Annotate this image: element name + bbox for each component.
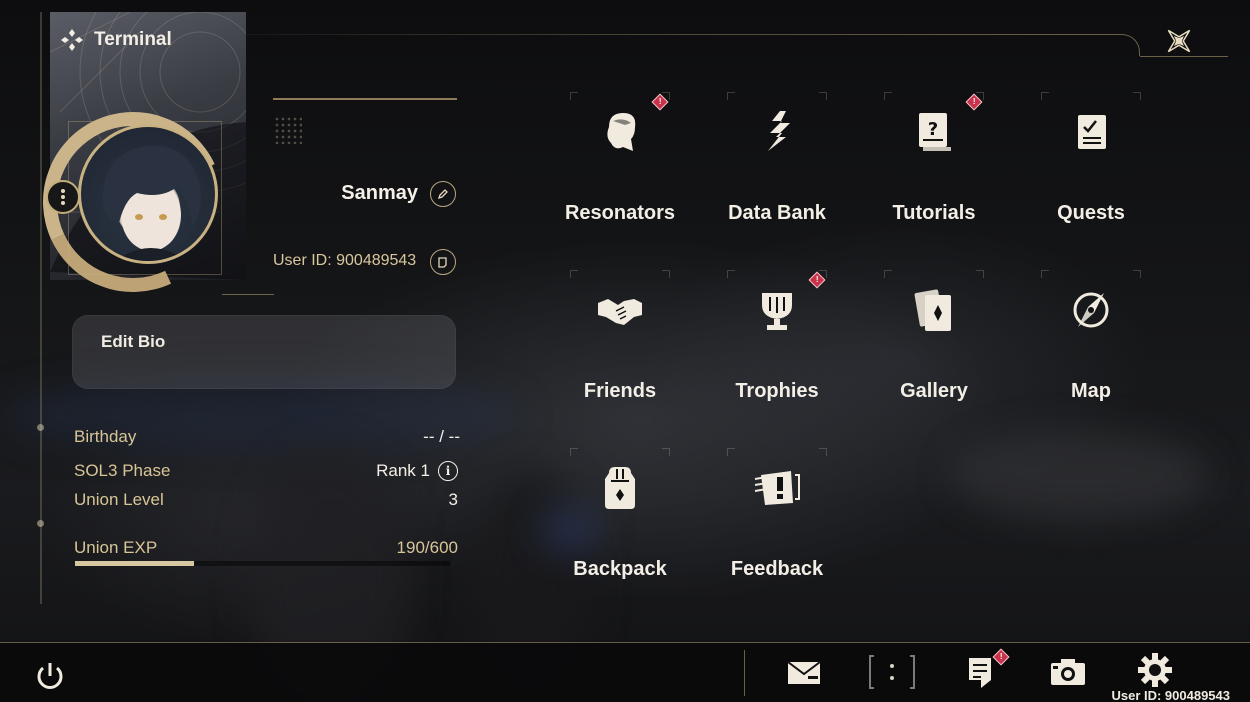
- menu-item-backpack[interactable]: Backpack: [542, 448, 698, 588]
- menu-item-data-bank[interactable]: Data Bank: [699, 92, 855, 232]
- mail-button[interactable]: [784, 652, 824, 692]
- union-level-value: 3: [448, 490, 458, 509]
- feedback-icon: [749, 460, 805, 516]
- menu-label: Backpack: [573, 558, 667, 580]
- terminal-diamond-icon: [61, 29, 83, 51]
- bio-label: Edit Bio: [101, 332, 166, 351]
- rail-dot: [37, 424, 44, 431]
- portrait-divider: [222, 294, 274, 295]
- menu-item-friends[interactable]: Friends: [542, 270, 698, 410]
- close-button[interactable]: [1160, 22, 1198, 60]
- user-id-text: User ID: 900489543: [273, 252, 417, 269]
- menu-label: Quests: [1057, 202, 1125, 224]
- menu-label: Feedback: [730, 558, 824, 580]
- sol3-phase-value: Rank 1: [376, 461, 430, 480]
- sol3-phase-value-group: Rank 1 i: [376, 461, 458, 481]
- menu-item-tutorials[interactable]: ? ! Tutorials: [856, 92, 1012, 232]
- notice-icon: [969, 658, 991, 688]
- edit-name-button[interactable]: [430, 181, 456, 207]
- top-divider: [240, 34, 1110, 35]
- left-rail: [40, 12, 42, 604]
- union-exp-bar: [75, 561, 450, 566]
- trophies-icon: [749, 282, 805, 338]
- mail-icon: [787, 661, 821, 684]
- info-icon[interactable]: i: [438, 461, 458, 481]
- menu-item-resonators[interactable]: ! Resonators: [542, 92, 698, 232]
- map-icon: [1063, 282, 1119, 338]
- page-title: Terminal: [60, 28, 172, 52]
- union-exp-value: 190/600: [396, 538, 458, 557]
- name-divider: [273, 98, 457, 100]
- settings-button[interactable]: [1135, 650, 1175, 690]
- scan-button[interactable]: [868, 652, 916, 692]
- birthday-row: Birthday -- / --: [74, 427, 460, 447]
- rail-dot: [37, 520, 44, 527]
- svg-text:?: ?: [928, 119, 938, 140]
- quests-icon: [1063, 104, 1119, 160]
- settings-icon: [1138, 653, 1172, 687]
- camera-icon: [1051, 659, 1085, 685]
- union-level-label: Union Level: [74, 490, 164, 509]
- friends-icon: [592, 282, 648, 338]
- union-exp-fill: [75, 561, 194, 566]
- menu-item-map[interactable]: Map: [1013, 270, 1169, 410]
- birthday-label: Birthday: [74, 427, 137, 446]
- menu-label: Trophies: [735, 380, 819, 402]
- sol3-phase-label: SOL3 Phase: [74, 461, 171, 480]
- gallery-icon: [906, 282, 962, 338]
- dot-grid-decoration: [274, 116, 302, 144]
- menu-item-feedback[interactable]: Feedback: [699, 448, 855, 588]
- player-name: Sanmay: [341, 182, 418, 204]
- camera-button[interactable]: [1048, 652, 1088, 692]
- edit-bio-box[interactable]: Edit Bio: [72, 315, 456, 389]
- union-exp-label: Union EXP: [74, 538, 158, 557]
- pencil-icon: [437, 189, 448, 200]
- data-bank-icon: [749, 104, 805, 160]
- menu-item-trophies[interactable]: ! Trophies: [699, 270, 855, 410]
- tutorials-icon: ?: [906, 104, 962, 160]
- sol3-phase-row: SOL3 Phase Rank 1 i: [74, 461, 458, 481]
- profile-menu-button[interactable]: [46, 180, 80, 214]
- avatar[interactable]: [78, 124, 218, 264]
- copy-icon: [438, 257, 447, 268]
- power-icon: [37, 663, 63, 689]
- bottom-separator: [744, 650, 745, 696]
- menu-label: Data Bank: [728, 202, 826, 224]
- scan-icon: [869, 655, 915, 689]
- power-button[interactable]: [30, 656, 70, 696]
- copy-id-button[interactable]: [430, 249, 456, 275]
- menu-label: Map: [1071, 380, 1111, 402]
- title-text: Terminal: [94, 29, 172, 50]
- more-vertical-icon: [61, 189, 65, 205]
- menu-label: Resonators: [564, 202, 676, 224]
- menu-item-gallery[interactable]: Gallery: [856, 270, 1012, 410]
- menu-label: Gallery: [900, 380, 968, 402]
- birthday-value: -- / --: [423, 427, 460, 446]
- menu-item-quests[interactable]: Quests: [1013, 92, 1169, 232]
- menu-label: Friends: [583, 380, 657, 402]
- backpack-icon: [592, 460, 648, 516]
- union-level-row: Union Level 3: [74, 490, 458, 510]
- menu-label: Tutorials: [892, 202, 976, 224]
- union-exp-row: Union EXP 190/600: [74, 538, 458, 558]
- resonator-icon: [592, 104, 648, 160]
- bottom-user-id: User ID: 900489543: [1111, 688, 1230, 702]
- close-icon: [1167, 29, 1191, 53]
